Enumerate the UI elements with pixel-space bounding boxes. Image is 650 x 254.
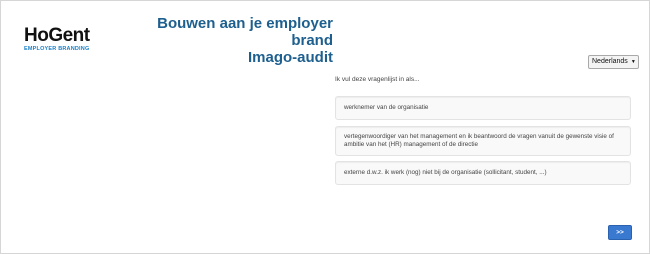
- option-employee[interactable]: werknemer van de organisatie: [335, 96, 631, 120]
- language-select[interactable]: Nederlands ▼: [588, 55, 639, 69]
- option-label: externe d.w.z. ik werk (nog) niet bij de…: [344, 168, 547, 176]
- option-management[interactable]: vertegenwoordiger van het management en …: [335, 126, 631, 156]
- language-selected-value: Nederlands: [592, 58, 628, 65]
- logo-wordmark: HoGent: [24, 25, 90, 46]
- option-label: vertegenwoordiger van het management en …: [344, 132, 614, 149]
- next-button[interactable]: >>: [608, 225, 632, 240]
- logo-tagline: EMPLOYER BRANDING: [24, 46, 90, 52]
- option-external[interactable]: externe d.w.z. ik werk (nog) niet bij de…: [335, 161, 631, 185]
- survey-prompt: Ik vul deze vragenlijst in als...: [335, 76, 420, 83]
- hogent-logo: HoGent EMPLOYER BRANDING: [24, 26, 90, 54]
- chevron-down-icon: ▼: [630, 59, 636, 65]
- survey-window: HoGent EMPLOYER BRANDING Bouwen aan je e…: [0, 0, 650, 254]
- page-title: Bouwen aan je employer brand Imago-audit: [121, 15, 333, 66]
- option-label: werknemer van de organisatie: [344, 103, 429, 111]
- title-line-1: Bouwen aan je employer brand: [157, 15, 333, 49]
- title-line-2: Imago-audit: [248, 49, 333, 66]
